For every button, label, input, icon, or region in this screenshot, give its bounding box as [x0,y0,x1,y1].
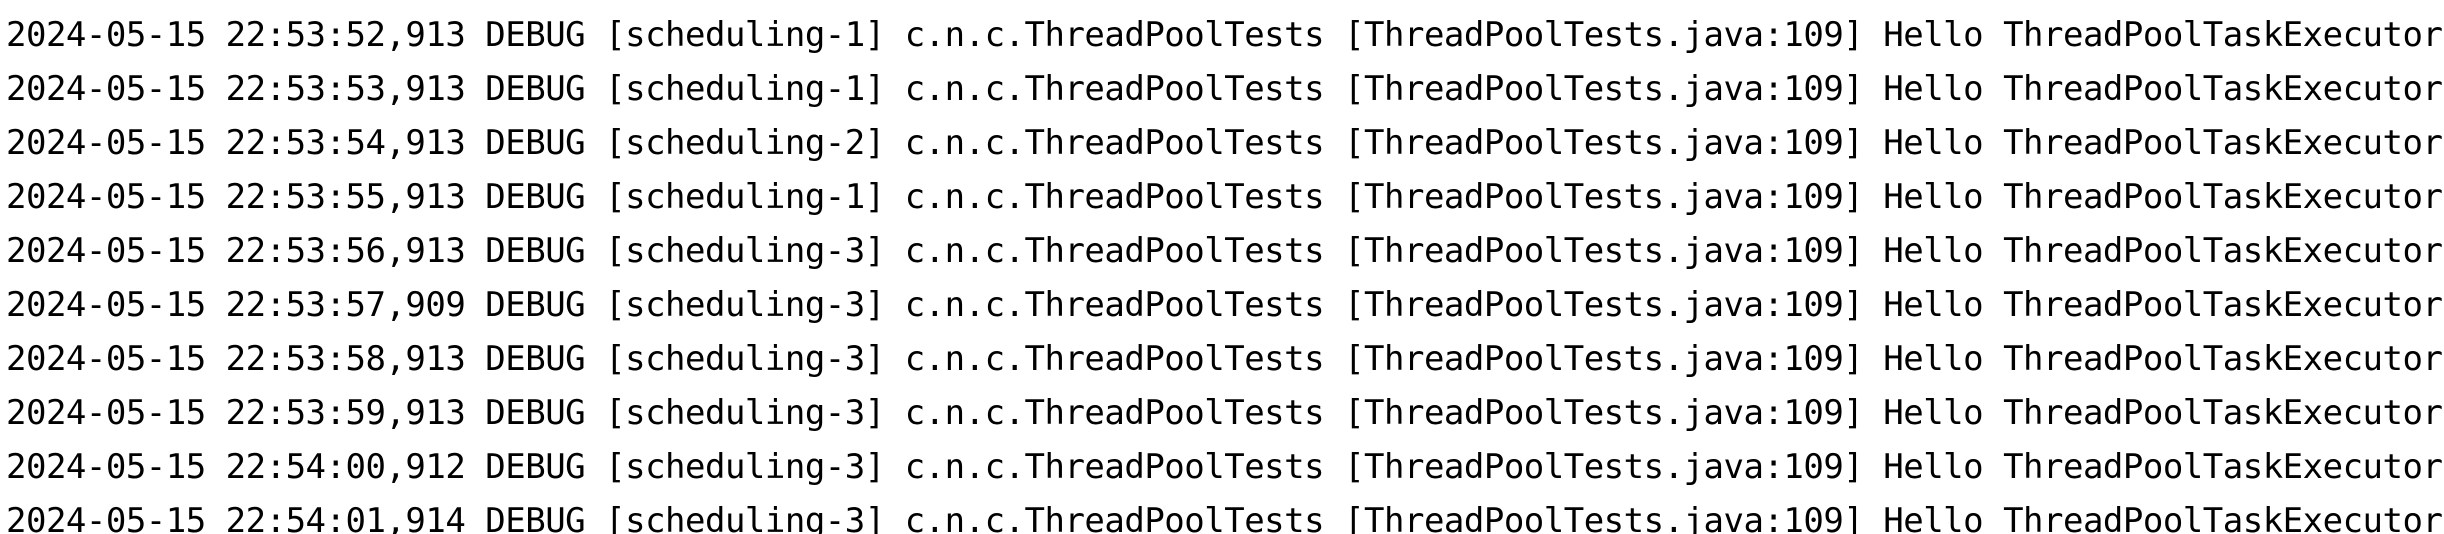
log-logger: c.n.c.ThreadPoolTests [904,15,1325,55]
log-thread: [scheduling-1] [605,177,885,217]
log-line[interactable]: 2024-05-15 22:53:53,913 DEBUG [schedulin… [6,62,2443,116]
log-line[interactable]: 2024-05-15 22:54:00,912 DEBUG [schedulin… [6,440,2443,494]
log-message: Hello ThreadPoolTaskExecutor [1883,393,2443,433]
log-logger: c.n.c.ThreadPoolTests [904,447,1325,487]
log-level: DEBUG [485,339,586,379]
log-level: DEBUG [485,15,586,55]
log-line[interactable]: 2024-05-15 22:53:55,913 DEBUG [schedulin… [6,170,2443,224]
log-message: Hello ThreadPoolTaskExecutor [1883,231,2443,271]
log-timestamp: 2024-05-15 22:53:52,913 [6,15,466,55]
log-timestamp: 2024-05-15 22:53:59,913 [6,393,466,433]
log-message: Hello ThreadPoolTaskExecutor [1883,15,2443,55]
log-line[interactable]: 2024-05-15 22:53:52,913 DEBUG [schedulin… [6,8,2443,62]
log-timestamp: 2024-05-15 22:54:01,914 [6,501,466,534]
log-location: [ThreadPoolTests.java:109] [1344,69,1864,109]
log-line[interactable]: 2024-05-15 22:53:56,913 DEBUG [schedulin… [6,224,2443,278]
log-thread: [scheduling-1] [605,69,885,109]
log-level: DEBUG [485,231,586,271]
log-level: DEBUG [485,393,586,433]
log-line[interactable]: 2024-05-15 22:53:58,913 DEBUG [schedulin… [6,332,2443,386]
log-logger: c.n.c.ThreadPoolTests [904,231,1325,271]
log-location: [ThreadPoolTests.java:109] [1344,447,1864,487]
log-logger: c.n.c.ThreadPoolTests [904,285,1325,325]
log-level: DEBUG [485,501,586,534]
log-message: Hello ThreadPoolTaskExecutor [1883,447,2443,487]
log-timestamp: 2024-05-15 22:53:54,913 [6,123,466,163]
log-message: Hello ThreadPoolTaskExecutor [1883,285,2443,325]
log-lines: 2024-05-15 22:53:52,913 DEBUG [schedulin… [6,8,2443,534]
log-message: Hello ThreadPoolTaskExecutor [1883,177,2443,217]
log-timestamp: 2024-05-15 22:53:57,909 [6,285,466,325]
log-thread: [scheduling-2] [605,123,885,163]
log-level: DEBUG [485,285,586,325]
log-location: [ThreadPoolTests.java:109] [1344,285,1864,325]
log-level: DEBUG [485,69,586,109]
log-thread: [scheduling-3] [605,285,885,325]
log-logger: c.n.c.ThreadPoolTests [904,177,1325,217]
log-line[interactable]: 2024-05-15 22:53:59,913 DEBUG [schedulin… [6,386,2443,440]
log-location: [ThreadPoolTests.java:109] [1344,15,1864,55]
log-timestamp: 2024-05-15 22:54:00,912 [6,447,466,487]
log-location: [ThreadPoolTests.java:109] [1344,123,1864,163]
log-logger: c.n.c.ThreadPoolTests [904,123,1325,163]
log-thread: [scheduling-1] [605,15,885,55]
log-thread: [scheduling-3] [605,393,885,433]
log-level: DEBUG [485,447,586,487]
log-location: [ThreadPoolTests.java:109] [1344,231,1864,271]
log-logger: c.n.c.ThreadPoolTests [904,339,1325,379]
log-location: [ThreadPoolTests.java:109] [1344,393,1864,433]
log-line[interactable]: 2024-05-15 22:54:01,914 DEBUG [schedulin… [6,494,2443,534]
console-output[interactable]: 2024-05-15 22:53:52,913 DEBUG [schedulin… [0,0,2444,534]
log-thread: [scheduling-3] [605,447,885,487]
log-thread: [scheduling-3] [605,231,885,271]
log-timestamp: 2024-05-15 22:53:58,913 [6,339,466,379]
log-thread: [scheduling-3] [605,501,885,534]
log-timestamp: 2024-05-15 22:53:56,913 [6,231,466,271]
log-line[interactable]: 2024-05-15 22:53:57,909 DEBUG [schedulin… [6,278,2443,332]
log-logger: c.n.c.ThreadPoolTests [904,69,1325,109]
log-logger: c.n.c.ThreadPoolTests [904,501,1325,534]
log-level: DEBUG [485,177,586,217]
log-message: Hello ThreadPoolTaskExecutor [1883,69,2443,109]
log-location: [ThreadPoolTests.java:109] [1344,501,1864,534]
log-message: Hello ThreadPoolTaskExecutor [1883,339,2443,379]
log-message: Hello ThreadPoolTaskExecutor [1883,123,2443,163]
log-level: DEBUG [485,123,586,163]
log-timestamp: 2024-05-15 22:53:55,913 [6,177,466,217]
log-location: [ThreadPoolTests.java:109] [1344,177,1864,217]
log-line[interactable]: 2024-05-15 22:53:54,913 DEBUG [schedulin… [6,116,2443,170]
log-location: [ThreadPoolTests.java:109] [1344,339,1864,379]
log-thread: [scheduling-3] [605,339,885,379]
log-timestamp: 2024-05-15 22:53:53,913 [6,69,466,109]
log-logger: c.n.c.ThreadPoolTests [904,393,1325,433]
log-message: Hello ThreadPoolTaskExecutor [1883,501,2443,534]
